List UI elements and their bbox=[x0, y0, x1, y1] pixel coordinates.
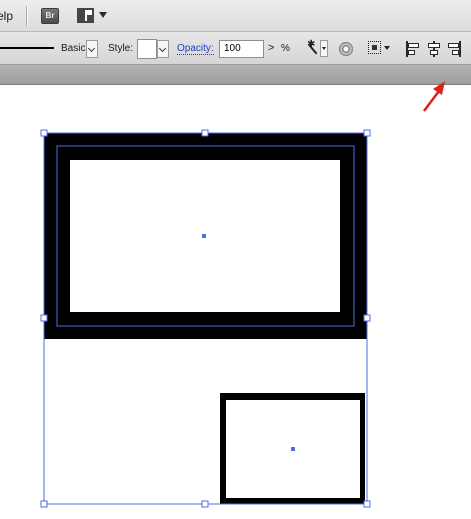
handle-middle-left[interactable] bbox=[40, 314, 48, 322]
large-frame-object[interactable] bbox=[44, 133, 367, 339]
handle-top-right[interactable] bbox=[363, 129, 371, 137]
handle-bottom-left[interactable] bbox=[40, 500, 48, 508]
artwork-layer bbox=[40, 81, 445, 508]
handle-middle-right[interactable] bbox=[363, 314, 371, 322]
small-frame-object[interactable] bbox=[220, 393, 365, 504]
handle-top-left[interactable] bbox=[40, 129, 48, 137]
annotation-arrow bbox=[423, 81, 445, 112]
large-frame-center-point bbox=[202, 234, 206, 238]
handle-top-middle[interactable] bbox=[201, 129, 209, 137]
handle-bottom-right[interactable] bbox=[363, 500, 371, 508]
small-frame-center-point bbox=[291, 447, 295, 451]
handle-bottom-middle[interactable] bbox=[201, 500, 209, 508]
